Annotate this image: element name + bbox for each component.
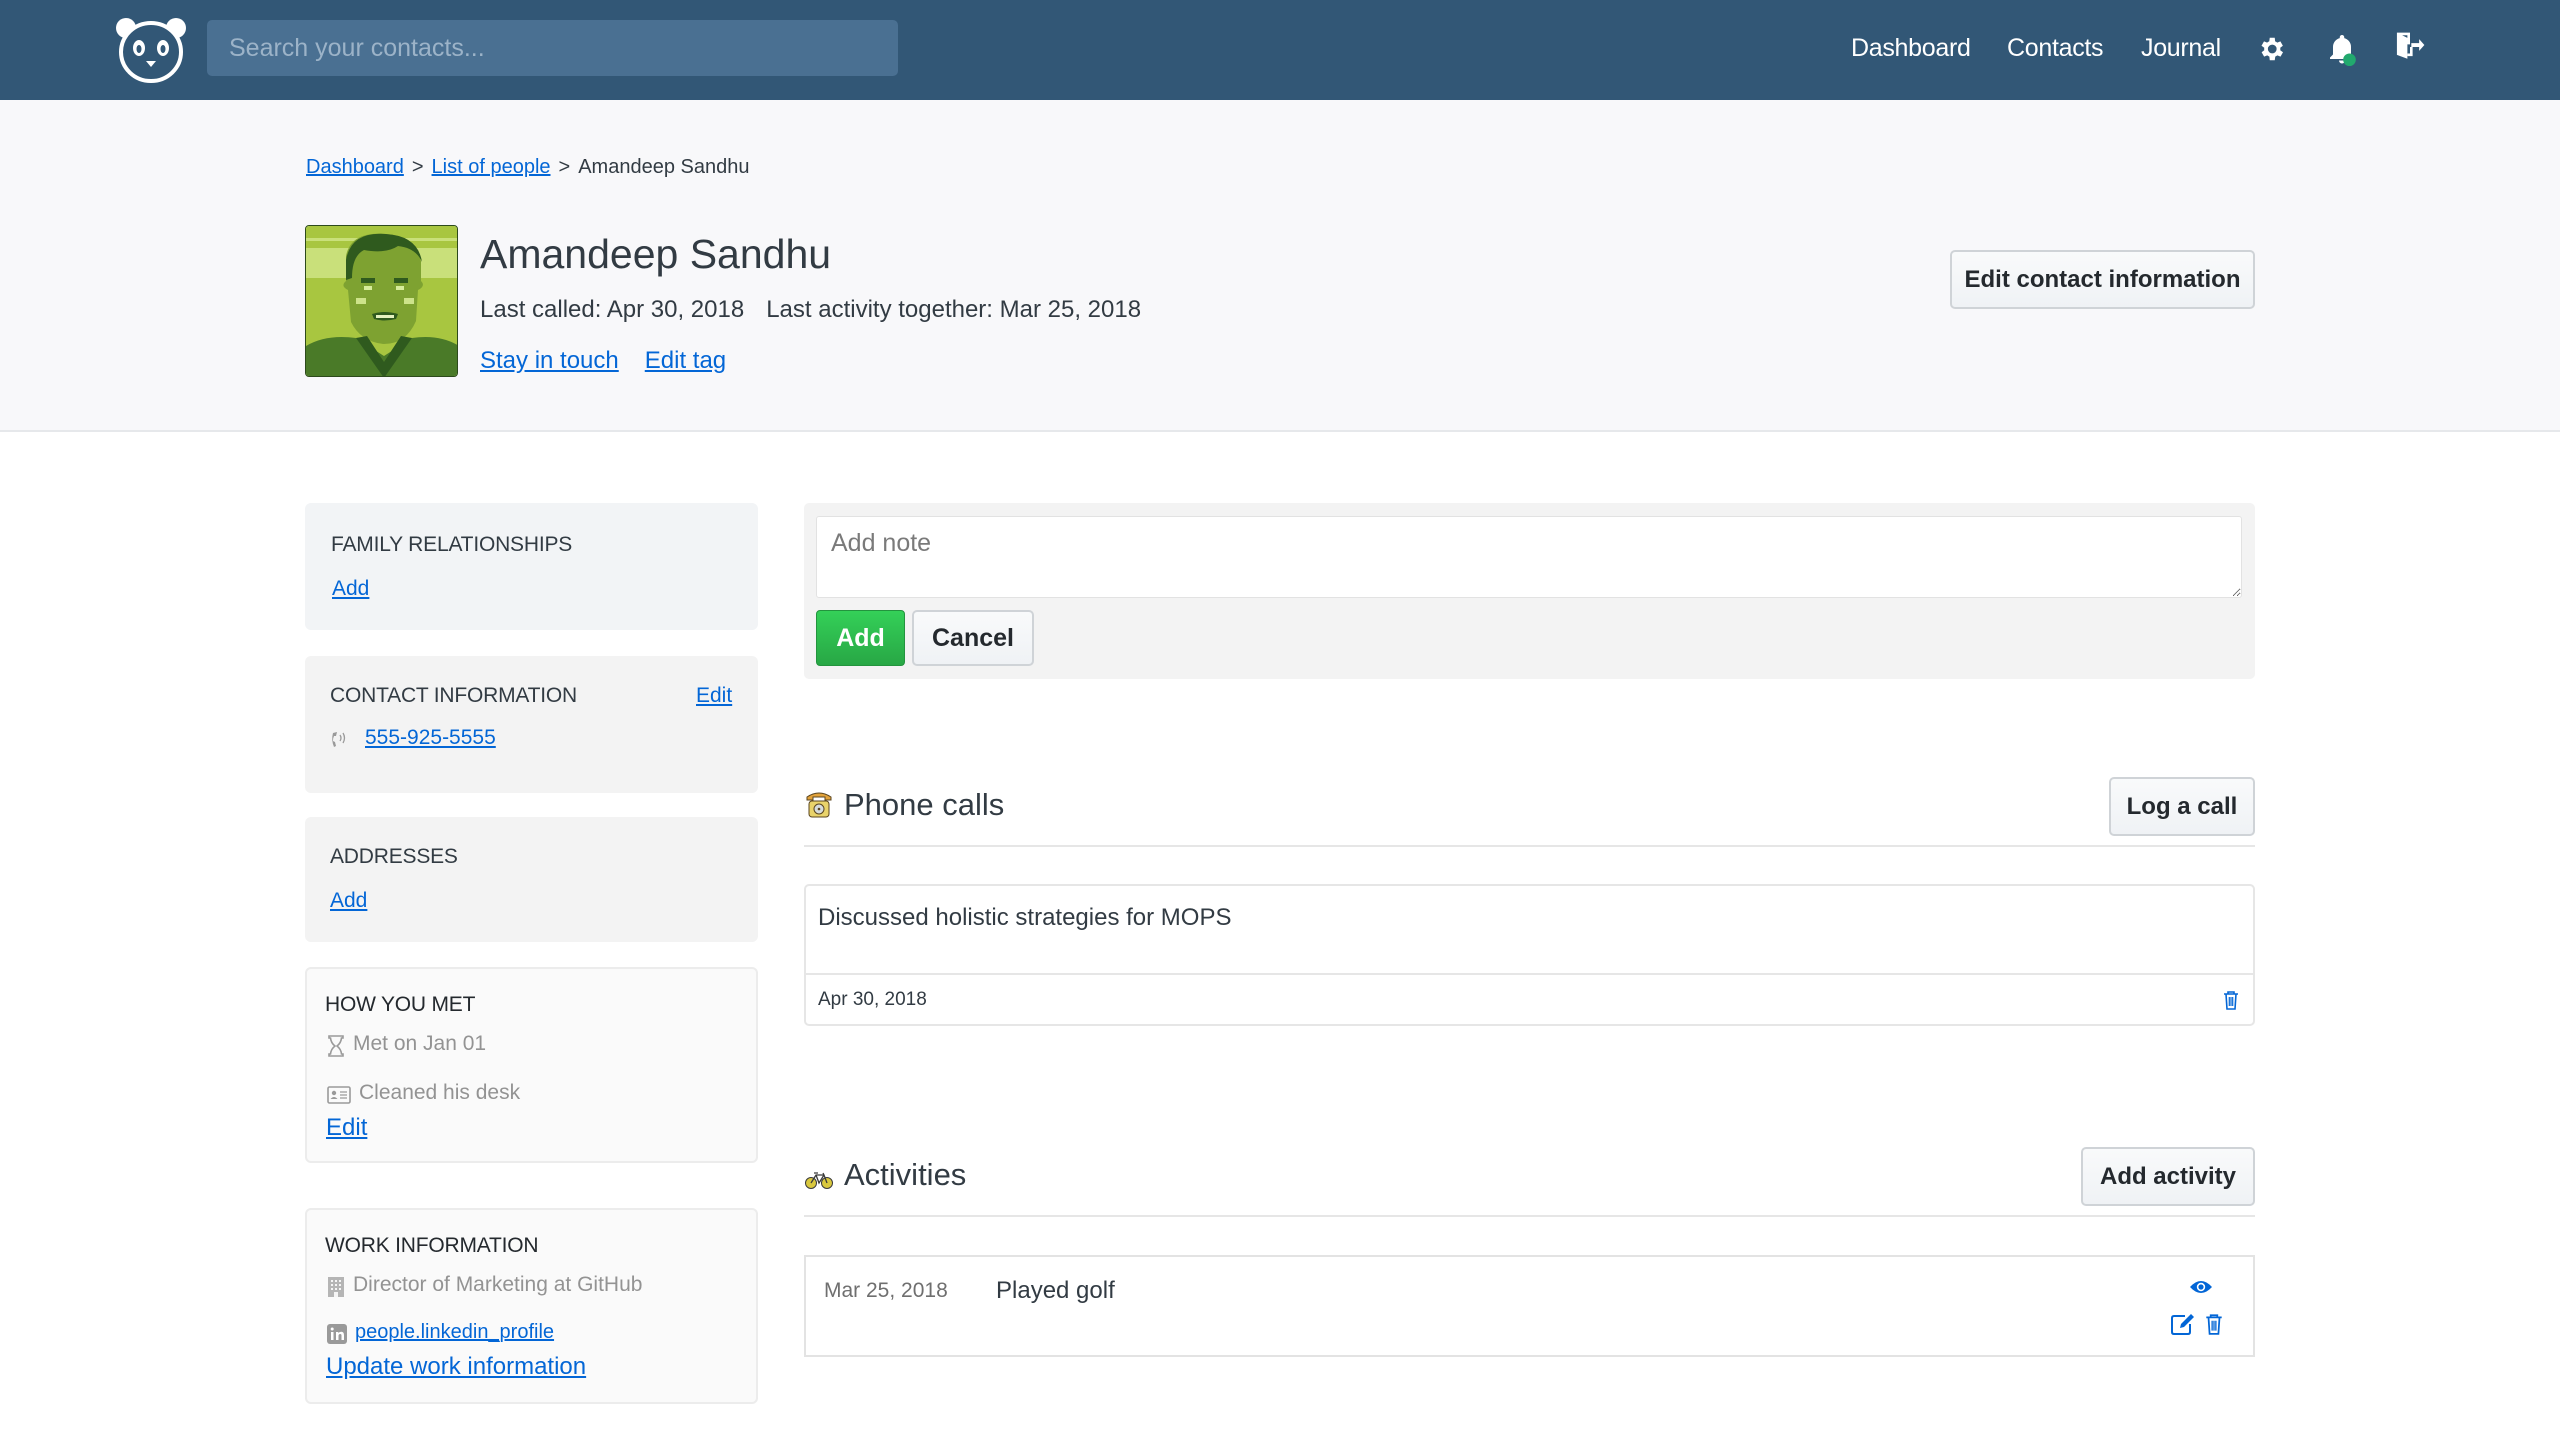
met-on-text: Met on Jan 01 [353, 1032, 487, 1055]
phone-number-link[interactable]: 555-925-5555 [365, 726, 496, 750]
edit-contact-button[interactable]: Edit contact information [1950, 250, 2255, 309]
building-icon [328, 1276, 344, 1297]
breadcrumb-list-of-people[interactable]: List of people [432, 156, 551, 178]
job-row: Director of Marketing at GitHub [327, 1273, 642, 1298]
linkedin-profile-link[interactable]: people.linkedin_profile [355, 1321, 554, 1343]
family-relationships-card: Family relationships Add [305, 503, 758, 630]
add-family-link[interactable]: Add [332, 577, 369, 601]
activities-title: Activities [844, 1157, 967, 1192]
edit-how-met-link[interactable]: Edit [326, 1114, 367, 1142]
phone-calls-title: Phone calls [844, 787, 1005, 822]
breadcrumb-current: Amandeep Sandhu [578, 156, 750, 178]
bicycle-icon [805, 1172, 833, 1189]
family-relationships-title: Family relationships [331, 533, 573, 556]
contact-actions: Stay in touch Edit tag [480, 347, 726, 375]
breadcrumb-separator: > [411, 156, 424, 178]
contact-name: Amandeep Sandhu [480, 231, 832, 277]
how-you-met-card: How you met Met on Jan 01 Cleaned his de… [305, 967, 758, 1163]
add-activity-button[interactable]: Add activity [2081, 1147, 2255, 1206]
met-on-row: Met on Jan 01 [327, 1032, 486, 1057]
hourglass-icon [328, 1034, 344, 1057]
notification-dot [2343, 53, 2356, 67]
call-date: Apr 30, 2018 [818, 989, 927, 1010]
how-you-met-title: How you met [325, 993, 476, 1016]
edit-contact-info-link[interactable]: Edit [696, 684, 732, 708]
nav-link-journal[interactable]: Journal [2141, 34, 2221, 63]
met-description-row: Cleaned his desk [327, 1081, 520, 1105]
phone-icon [332, 732, 346, 747]
update-work-link[interactable]: Update work information [326, 1353, 586, 1381]
addresses-card: Addresses Add [305, 817, 758, 942]
note-textarea[interactable] [816, 516, 2242, 598]
top-navbar: Dashboard Contacts Journal [0, 0, 2560, 100]
work-information-title: Work information [325, 1234, 539, 1257]
linkedin-icon [327, 1323, 347, 1344]
add-note-panel: Add Cancel [804, 503, 2255, 679]
bell-icon[interactable] [2324, 32, 2360, 68]
addresses-title: Addresses [330, 845, 458, 868]
eye-icon[interactable] [2189, 1279, 2213, 1295]
trash-icon[interactable] [2223, 990, 2239, 1010]
gear-icon[interactable] [2256, 34, 2286, 64]
stay-in-touch-link[interactable]: Stay in touch [480, 347, 619, 374]
activity-date: Mar 25, 2018 [824, 1279, 948, 1302]
activity-item: Mar 25, 2018 Played golf [804, 1255, 2255, 1357]
nav-link-contacts[interactable]: Contacts [2007, 34, 2104, 63]
breadcrumb-dashboard[interactable]: Dashboard [306, 156, 404, 178]
linkedin-row: people.linkedin_profile [327, 1321, 554, 1344]
avatar [305, 225, 458, 377]
contact-meta: Last called: Apr 30, 2018 Last activity t… [480, 296, 1141, 324]
job-title-text: Director of Marketing at GitHub [353, 1273, 643, 1296]
met-description-text: Cleaned his desk [359, 1081, 521, 1104]
activity-title: Played golf [996, 1277, 1115, 1304]
contact-information-title: Contact information [330, 684, 578, 707]
breadcrumb: Dashboard > List of people > Amandeep Sandhu [306, 156, 749, 179]
last-activity: Last activity together: Mar 25, 2018 [766, 296, 1142, 323]
trash-icon[interactable] [2205, 1313, 2223, 1335]
breadcrumb-separator: > [558, 156, 571, 178]
search-input[interactable] [207, 20, 898, 76]
phone-calls-header: Phone calls Log a call [804, 777, 2255, 847]
add-note-button[interactable]: Add [816, 610, 905, 666]
cancel-note-button[interactable]: Cancel [912, 610, 1034, 666]
nav-link-dashboard[interactable]: Dashboard [1851, 34, 1971, 63]
contact-information-card: Contact information Edit 555-925-5555 [305, 656, 758, 793]
last-called: Last called: Apr 30, 2018 [480, 296, 745, 323]
panda-logo-icon[interactable] [113, 14, 189, 84]
call-content: Discussed holistic strategies for MOPS [818, 904, 1232, 931]
work-information-card: Work information Director of Marketing a… [305, 1208, 758, 1404]
call-footer: Apr 30, 2018 [806, 973, 2253, 1026]
log-call-button[interactable]: Log a call [2109, 777, 2255, 836]
contact-header: Dashboard > List of people > Amandeep Sandhu… [0, 100, 2560, 432]
logout-icon[interactable] [2394, 30, 2426, 64]
activities-header: Activities Add activity [804, 1147, 2255, 1217]
id-card-icon [327, 1085, 351, 1104]
edit-tag-link[interactable]: Edit tag [645, 347, 726, 374]
edit-icon[interactable] [2171, 1313, 2195, 1335]
phone-call-item: Discussed holistic strategies for MOPS A… [804, 884, 2255, 1026]
add-address-link[interactable]: Add [330, 889, 367, 913]
telephone-icon [806, 792, 832, 818]
